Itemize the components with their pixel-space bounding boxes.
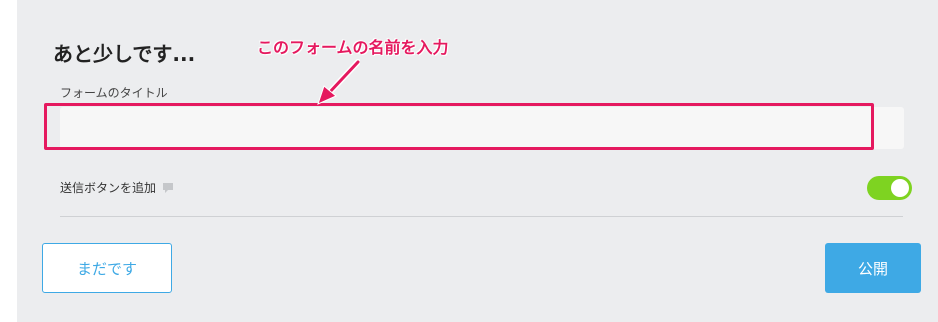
publish-button[interactable]: 公開: [825, 243, 921, 293]
form-title-label: フォームのタイトル: [60, 86, 168, 100]
arrow-icon: [317, 59, 360, 105]
comment-icon[interactable]: [162, 182, 174, 194]
dialog-heading: あと少しです...: [53, 42, 196, 66]
add-submit-button-label: 送信ボタンを追加: [60, 181, 157, 195]
divider: [60, 216, 903, 217]
add-submit-button-toggle[interactable]: [867, 176, 912, 200]
add-submit-button-row: 送信ボタンを追加: [60, 179, 174, 196]
toggle-knob: [891, 179, 909, 197]
form-title-input[interactable]: [60, 107, 904, 149]
not-yet-button[interactable]: まだです: [42, 243, 172, 293]
annotation-text: このフォームの名前を入力: [257, 38, 449, 57]
dialog-panel: あと少しです... フォームのタイトル 送信ボタンを追加 まだです 公開: [17, 0, 938, 322]
